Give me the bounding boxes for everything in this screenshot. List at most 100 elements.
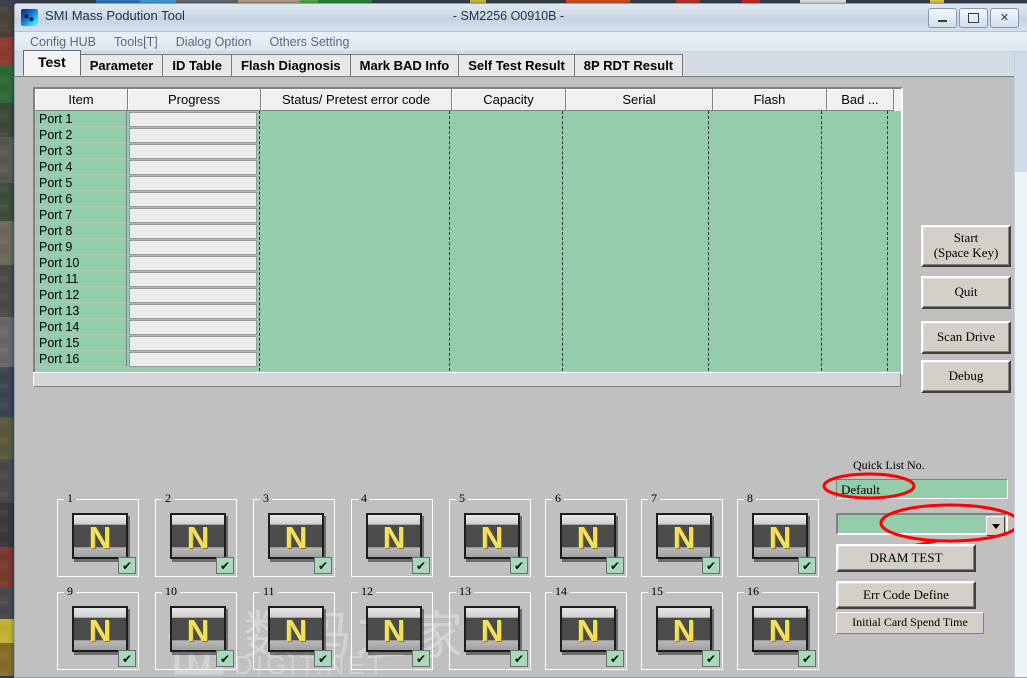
- table-row[interactable]: Port 13: [35, 303, 901, 319]
- checkmark-icon[interactable]: ✔: [216, 557, 234, 574]
- table-row[interactable]: Port 1: [35, 111, 901, 127]
- grid-header-status[interactable]: Status/ Pretest error code: [261, 89, 452, 111]
- grid-cell-item: Port 15: [35, 335, 127, 351]
- checkmark-icon[interactable]: ✔: [798, 557, 816, 574]
- grid-cell-rest: [259, 191, 901, 207]
- tab-self-test-result[interactable]: Self Test Result: [458, 54, 575, 76]
- quick-list-dropdown[interactable]: [836, 513, 1008, 536]
- grid-header-item[interactable]: Item: [35, 89, 128, 111]
- table-row[interactable]: Port 14: [35, 319, 901, 335]
- quick-list-input[interactable]: Default: [836, 479, 1008, 499]
- start-button[interactable]: Start (Space Key): [921, 225, 1011, 267]
- tab-flash-diagnosis[interactable]: Flash Diagnosis: [230, 54, 351, 76]
- menu-item-tools[interactable]: Tools[T]: [105, 35, 167, 49]
- grid-cell-item: Port 12: [35, 287, 127, 303]
- progress-bar: [129, 176, 257, 191]
- grid-cell-item: Port 4: [35, 159, 127, 175]
- drive-tile[interactable]: 11 N ✔: [253, 584, 335, 670]
- drive-tile[interactable]: 7 N ✔: [641, 491, 723, 577]
- drive-tile[interactable]: 13 N ✔: [449, 584, 531, 670]
- grid-horizontal-scrollbar[interactable]: [33, 372, 901, 387]
- drive-tile[interactable]: 12 N ✔: [351, 584, 433, 670]
- initial-card-spend-time-button[interactable]: Initial Card Spend Time: [836, 612, 984, 634]
- checkmark-icon[interactable]: ✔: [314, 557, 332, 574]
- maximize-button[interactable]: [959, 8, 988, 28]
- table-row[interactable]: Port 8: [35, 223, 901, 239]
- drive-tile[interactable]: 14 N ✔: [545, 584, 627, 670]
- grid-header-progress[interactable]: Progress: [128, 89, 261, 111]
- table-row[interactable]: Port 4: [35, 159, 901, 175]
- progress-bar: [129, 336, 257, 351]
- drive-tile[interactable]: 5 N ✔: [449, 491, 531, 577]
- tab-8p-rdt-result[interactable]: 8P RDT Result: [573, 54, 684, 76]
- menu-item-dialog-option[interactable]: Dialog Option: [167, 35, 261, 49]
- grid-cell-progress: [127, 271, 259, 287]
- drive-tile[interactable]: 16 N ✔: [737, 584, 819, 670]
- drive-icon: N: [366, 606, 422, 652]
- drive-tile[interactable]: 10 N ✔: [155, 584, 237, 670]
- table-row[interactable]: Port 9: [35, 239, 901, 255]
- table-row[interactable]: Port 3: [35, 143, 901, 159]
- checkmark-icon[interactable]: ✔: [510, 557, 528, 574]
- grid-cell-item: Port 10: [35, 255, 127, 271]
- chevron-down-icon[interactable]: [986, 516, 1005, 536]
- grid-cell-progress: [127, 223, 259, 239]
- drive-letter: N: [576, 520, 600, 555]
- table-row[interactable]: Port 15: [35, 335, 901, 351]
- drive-tile[interactable]: 1 N ✔: [57, 491, 139, 577]
- table-row[interactable]: Port 6: [35, 191, 901, 207]
- scan-drive-button[interactable]: Scan Drive: [921, 321, 1011, 354]
- checkmark-icon[interactable]: ✔: [216, 650, 234, 667]
- err-code-define-button[interactable]: Err Code Define: [836, 581, 976, 609]
- table-row[interactable]: Port 2: [35, 127, 901, 143]
- progress-bar: [129, 112, 257, 127]
- debug-button[interactable]: Debug: [921, 360, 1011, 393]
- checkmark-icon[interactable]: ✔: [118, 557, 136, 574]
- grid-header-serial[interactable]: Serial: [566, 89, 713, 111]
- drive-tile[interactable]: 4 N ✔: [351, 491, 433, 577]
- window-scrollbar-thumb[interactable]: [1015, 52, 1027, 172]
- table-row[interactable]: Port 12: [35, 287, 901, 303]
- table-row[interactable]: Port 7: [35, 207, 901, 223]
- window-subtitle: - SM2256 O0910B -: [452, 9, 565, 23]
- checkmark-icon[interactable]: ✔: [606, 557, 624, 574]
- checkmark-icon[interactable]: ✔: [118, 650, 136, 667]
- checkmark-icon[interactable]: ✔: [412, 650, 430, 667]
- menu-item-config-hub[interactable]: Config HUB: [21, 35, 105, 49]
- table-row[interactable]: Port 11: [35, 271, 901, 287]
- drive-tile[interactable]: 9 N ✔: [57, 584, 139, 670]
- tab-id-table[interactable]: ID Table: [162, 54, 232, 76]
- drive-tile-number: 16: [744, 584, 762, 599]
- drive-tile[interactable]: 3 N ✔: [253, 491, 335, 577]
- checkmark-icon[interactable]: ✔: [798, 650, 816, 667]
- tab-mark-bad-info[interactable]: Mark BAD Info: [349, 54, 460, 76]
- drive-tile[interactable]: 2 N ✔: [155, 491, 237, 577]
- checkmark-icon[interactable]: ✔: [702, 650, 720, 667]
- grid-cell-progress: [127, 303, 259, 319]
- minimize-button[interactable]: [928, 8, 957, 28]
- grid-header-bad[interactable]: Bad ...: [827, 89, 894, 111]
- grid-header-flash[interactable]: Flash: [713, 89, 827, 111]
- checkmark-icon[interactable]: ✔: [606, 650, 624, 667]
- menu-item-others-setting[interactable]: Others Setting: [261, 35, 359, 49]
- dram-test-button[interactable]: DRAM TEST: [836, 544, 976, 572]
- table-row[interactable]: Port 16: [35, 351, 901, 367]
- table-row[interactable]: Port 10: [35, 255, 901, 271]
- window-vertical-scrollbar[interactable]: [1014, 52, 1027, 677]
- drive-tile[interactable]: 6 N ✔: [545, 491, 627, 577]
- quit-button[interactable]: Quit: [921, 276, 1011, 309]
- drive-tile[interactable]: 8 N ✔: [737, 491, 819, 577]
- grid-header-capacity[interactable]: Capacity: [452, 89, 566, 111]
- table-row[interactable]: Port 5: [35, 175, 901, 191]
- title-bar[interactable]: SMI Mass Podution Tool - SM2256 O0910B -…: [15, 4, 1027, 32]
- checkmark-icon[interactable]: ✔: [702, 557, 720, 574]
- drive-tile[interactable]: 15 N ✔: [641, 584, 723, 670]
- grid-cell-rest: [259, 287, 901, 303]
- tab-test[interactable]: Test: [23, 50, 81, 76]
- checkmark-icon[interactable]: ✔: [412, 557, 430, 574]
- drive-tile-number: 12: [358, 584, 376, 599]
- close-button[interactable]: ✕: [990, 8, 1019, 28]
- checkmark-icon[interactable]: ✔: [314, 650, 332, 667]
- checkmark-icon[interactable]: ✔: [510, 650, 528, 667]
- tab-parameter[interactable]: Parameter: [79, 54, 164, 76]
